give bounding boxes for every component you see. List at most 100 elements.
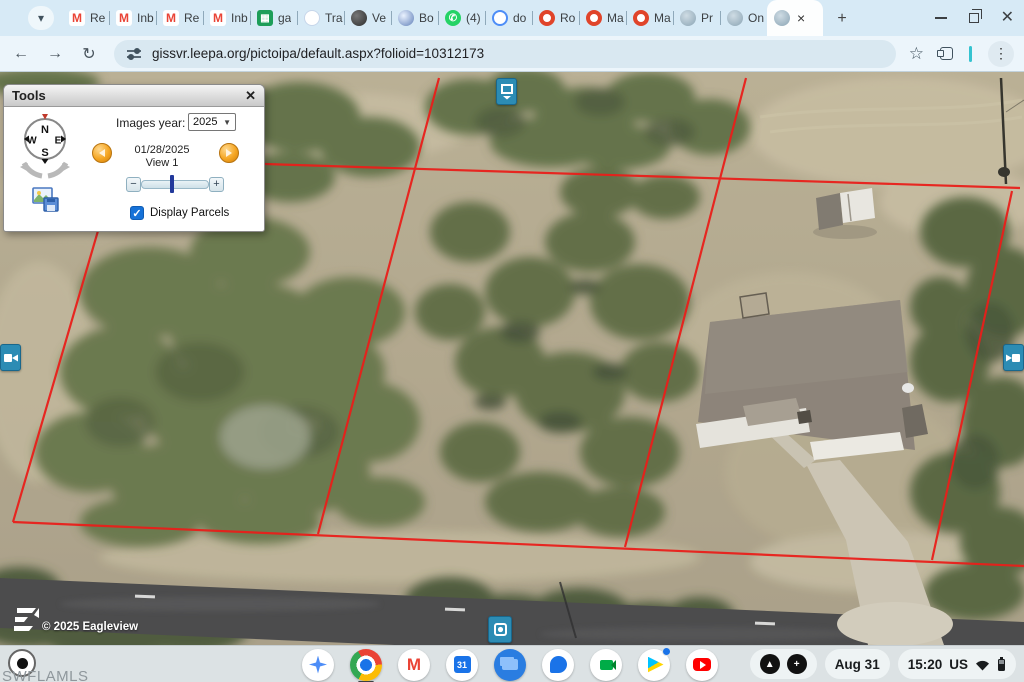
tab-search-button[interactable]: ▾ — [28, 6, 54, 30]
tab-label: Inb — [137, 11, 154, 25]
previous-view-button[interactable] — [92, 143, 112, 163]
tab-label: Ma — [654, 11, 671, 25]
svg-text:S: S — [41, 147, 48, 159]
reload-button[interactable]: ↻ — [76, 41, 102, 67]
tab-label: Re — [184, 11, 199, 25]
images-year-select[interactable]: 2025 ▼ — [188, 113, 236, 131]
shelf-app-meet[interactable] — [590, 649, 622, 681]
shelf-date: Aug 31 — [835, 657, 880, 672]
window-controls: ✕ — [935, 0, 1014, 36]
tools-panel-titlebar[interactable]: Tools ✕ — [4, 85, 264, 107]
shelf-app-files[interactable] — [494, 649, 526, 681]
zoom-slider-thumb[interactable] — [170, 175, 174, 193]
browser-menu-button[interactable]: ⋮ — [988, 41, 1014, 67]
save-image-icon[interactable] — [32, 187, 60, 213]
address-bar[interactable]: gissvr.leepa.org/pictoipa/default.aspx?f… — [114, 40, 896, 68]
tab[interactable]: Ve — [344, 0, 391, 36]
notification-badge — [662, 647, 671, 656]
svg-text:E: E — [55, 136, 62, 147]
shelf-app-youtube[interactable] — [686, 649, 718, 681]
aerial-map-view[interactable]: © 2025 Eagleview Tools ✕ N S W — [0, 72, 1024, 645]
gmail-favicon-icon: M — [210, 10, 226, 26]
target-red-favicon-icon — [586, 10, 602, 26]
pan-west-button[interactable] — [0, 344, 21, 371]
mls-watermark: SWFLAMLS — [2, 668, 89, 682]
launcher-icon — [302, 649, 334, 681]
tab[interactable]: ▦ga — [250, 0, 297, 36]
chromeos-shelf: SWFLAMLS ▲+ Aug 31 15:20 US — [0, 645, 1024, 682]
tab[interactable]: M Inb — [203, 0, 250, 36]
toolbar-divider — [969, 46, 972, 62]
forward-button[interactable]: → — [42, 41, 68, 67]
display-parcels-checkbox[interactable]: ✓ — [130, 206, 144, 220]
new-tab-button[interactable]: + — [831, 8, 853, 30]
zoom-in-button[interactable]: + — [209, 177, 224, 192]
minimize-icon[interactable] — [935, 17, 947, 19]
tab[interactable]: Bo — [391, 0, 438, 36]
tab-label: On — [748, 11, 764, 25]
shelf-app-messages[interactable] — [542, 649, 574, 681]
tab[interactable]: On — [720, 0, 767, 36]
zoom-slider-track[interactable] — [141, 180, 209, 189]
shelf-app-gmail[interactable] — [398, 649, 430, 681]
tab[interactable]: Pr — [673, 0, 720, 36]
url-text: gissvr.leepa.org/pictoipa/default.aspx?f… — [152, 46, 484, 61]
date-pill[interactable]: Aug 31 — [825, 649, 890, 679]
chrome-icon — [350, 649, 382, 681]
compass-rose[interactable]: N S W E — [12, 111, 78, 181]
image-date-block: 01/28/2025 View 1 — [112, 144, 212, 170]
globe-favicon-icon — [774, 10, 790, 26]
tools-panel: Tools ✕ N S W E — [3, 84, 265, 232]
tab[interactable]: Tra — [297, 0, 344, 36]
image-date: 01/28/2025 — [112, 144, 212, 157]
tab[interactable]: do — [485, 0, 532, 36]
chevron-down-icon: ▾ — [38, 11, 44, 25]
pan-east-button[interactable] — [1003, 344, 1024, 371]
tab[interactable]: Ma — [626, 0, 673, 36]
map-copyright: © 2025 Eagleview — [42, 621, 138, 633]
tab-label: ga — [278, 11, 291, 25]
circle-blue-favicon-icon — [492, 10, 508, 26]
look-north-icon — [499, 83, 515, 100]
shelf-app-play[interactable] — [638, 649, 670, 681]
tab[interactable]: ✆(4) — [438, 0, 485, 36]
tab-label: Ve — [372, 11, 386, 25]
arrow-up-notification-icon: ▲ — [760, 654, 780, 674]
tools-panel-title: Tools — [12, 88, 46, 103]
tab-label: (4) — [466, 11, 481, 25]
tab-close-icon[interactable]: × — [797, 10, 805, 26]
extensions-icon[interactable] — [940, 47, 953, 60]
tab[interactable]: Ro — [532, 0, 579, 36]
restore-icon[interactable] — [969, 13, 979, 23]
shelf-app-launcher[interactable] — [302, 649, 334, 681]
tab[interactable]: MInb — [109, 0, 156, 36]
plus-notification-icon: + — [787, 654, 807, 674]
pan-north-button[interactable] — [496, 78, 517, 105]
tab-active[interactable]: × — [767, 0, 823, 36]
back-button[interactable]: ← — [8, 41, 34, 67]
gmail-icon — [398, 649, 430, 681]
tab-strip-tabs: MReMInbMReMInb▦gaTraVeBo✆(4)doRoMaMaPrOn… — [62, 0, 823, 36]
tab-label: Inb — [231, 11, 248, 25]
zoom-out-button[interactable]: − — [126, 177, 141, 192]
close-icon[interactable]: ✕ — [1001, 10, 1014, 26]
site-info-icon[interactable] — [126, 47, 142, 61]
translate-favicon-icon — [304, 10, 320, 26]
svg-text:N: N — [41, 124, 49, 136]
shelf-app-chrome[interactable] — [350, 649, 382, 681]
tab[interactable]: MRe — [62, 0, 109, 36]
gmail-favicon-icon: M — [163, 10, 179, 26]
battery-icon — [997, 657, 1006, 672]
tab[interactable]: M Re — [156, 0, 203, 36]
status-pill[interactable]: 15:20 US — [898, 649, 1016, 679]
tab-label: Tra — [325, 11, 343, 25]
pan-south-button[interactable] — [488, 616, 512, 643]
next-view-button[interactable] — [219, 143, 239, 163]
bookmark-star-icon[interactable]: ☆ — [909, 44, 924, 64]
notification-pill[interactable]: ▲+ — [750, 649, 817, 679]
status-tray: ▲+ Aug 31 15:20 US — [750, 649, 1016, 679]
tools-panel-close-icon[interactable]: ✕ — [245, 88, 256, 104]
shelf-apps — [302, 648, 718, 681]
shelf-app-calendar[interactable] — [446, 649, 478, 681]
tab[interactable]: Ma — [579, 0, 626, 36]
